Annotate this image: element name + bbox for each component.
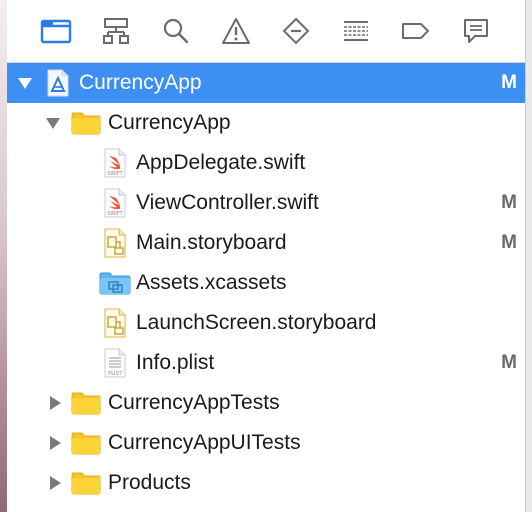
tree-row-label: ViewController.swift bbox=[136, 191, 319, 214]
folder-icon bbox=[40, 19, 72, 44]
storyboard-file-icon bbox=[103, 308, 127, 338]
folder-icon bbox=[71, 111, 101, 135]
report-navigator-tab[interactable] bbox=[459, 14, 493, 48]
svg-text:SWIFT: SWIFT bbox=[107, 211, 123, 217]
tree-row-label: Products bbox=[108, 471, 191, 494]
modified-status-badge: M bbox=[501, 352, 517, 373]
tree-row-label: CurrencyAppTests bbox=[108, 391, 280, 414]
modified-status-badge: M bbox=[501, 232, 517, 253]
tree-row-file[interactable]: Assets.xcassets bbox=[7, 263, 525, 303]
tree-row-group[interactable]: CurrencyAppUITests bbox=[7, 423, 525, 463]
debug-navigator-tab[interactable] bbox=[339, 14, 373, 48]
warning-icon bbox=[222, 18, 250, 44]
search-icon bbox=[163, 18, 189, 44]
tree-row-group[interactable]: CurrencyAppTests bbox=[7, 383, 525, 423]
svg-text:PLIST: PLIST bbox=[108, 371, 122, 377]
tree-row-label: LaunchScreen.storyboard bbox=[136, 311, 377, 334]
tree-row-label: CurrencyApp bbox=[108, 111, 231, 134]
tree-row-file[interactable]: Main.storyboard M bbox=[7, 223, 525, 263]
navigator-toolbar bbox=[7, 0, 525, 63]
breakpoint-navigator-tab[interactable] bbox=[399, 14, 433, 48]
tree-row-file[interactable]: SWIFT ViewController.swift M bbox=[7, 183, 525, 223]
tree-row-group[interactable]: CurrencyApp bbox=[7, 103, 525, 143]
folder-icon bbox=[71, 431, 101, 455]
disclosure-expanded-icon[interactable] bbox=[45, 115, 61, 131]
breakpoint-tag-icon bbox=[402, 23, 429, 39]
folder-icon bbox=[71, 471, 101, 495]
asset-catalog-folder-icon bbox=[99, 271, 131, 295]
tree-row-label: Main.storyboard bbox=[136, 231, 287, 254]
split-view-divider[interactable] bbox=[525, 0, 532, 512]
tree-row-file[interactable]: PLIST Info.plist M bbox=[7, 343, 525, 383]
disclosure-collapsed-icon[interactable] bbox=[47, 435, 63, 451]
project-navigator: CurrencyApp M CurrencyApp SWIFT AppDeleg… bbox=[7, 0, 525, 512]
disclosure-expanded-icon[interactable] bbox=[17, 75, 33, 91]
debug-list-icon bbox=[344, 21, 368, 41]
desktop-background-strip bbox=[0, 0, 7, 512]
storyboard-file-icon bbox=[103, 228, 127, 258]
swift-file-icon: SWIFT bbox=[103, 148, 127, 178]
modified-status-badge: M bbox=[501, 72, 517, 93]
find-navigator-tab[interactable] bbox=[159, 14, 193, 48]
report-bubble-icon bbox=[464, 19, 488, 43]
modified-status-badge: M bbox=[501, 192, 517, 213]
issue-navigator-tab[interactable] bbox=[219, 14, 253, 48]
test-diamond-icon bbox=[282, 17, 310, 45]
tree-row-file[interactable]: SWIFT AppDelegate.swift bbox=[7, 143, 525, 183]
tree-row-label: Info.plist bbox=[136, 351, 215, 374]
disclosure-collapsed-icon[interactable] bbox=[47, 395, 63, 411]
xcode-project-icon bbox=[45, 69, 71, 97]
swift-file-icon: SWIFT bbox=[103, 188, 127, 218]
tree-row-label: CurrencyApp bbox=[79, 71, 202, 94]
folder-icon bbox=[71, 391, 101, 415]
test-navigator-tab[interactable] bbox=[279, 14, 313, 48]
tree-row-label: AppDelegate.swift bbox=[136, 151, 306, 174]
symbol-navigator-tab[interactable] bbox=[99, 14, 133, 48]
disclosure-collapsed-icon[interactable] bbox=[47, 475, 63, 491]
plist-file-icon: PLIST bbox=[103, 348, 127, 378]
tree-row-group[interactable]: Products bbox=[7, 463, 525, 503]
tree-row-label: Assets.xcassets bbox=[136, 271, 287, 294]
tree-row-label: CurrencyAppUITests bbox=[108, 431, 301, 454]
tree-row-project[interactable]: CurrencyApp M bbox=[7, 63, 525, 103]
svg-text:SWIFT: SWIFT bbox=[107, 171, 123, 177]
hierarchy-icon bbox=[103, 18, 129, 44]
tree-row-file[interactable]: LaunchScreen.storyboard bbox=[7, 303, 525, 343]
project-navigator-tab[interactable] bbox=[39, 14, 73, 48]
